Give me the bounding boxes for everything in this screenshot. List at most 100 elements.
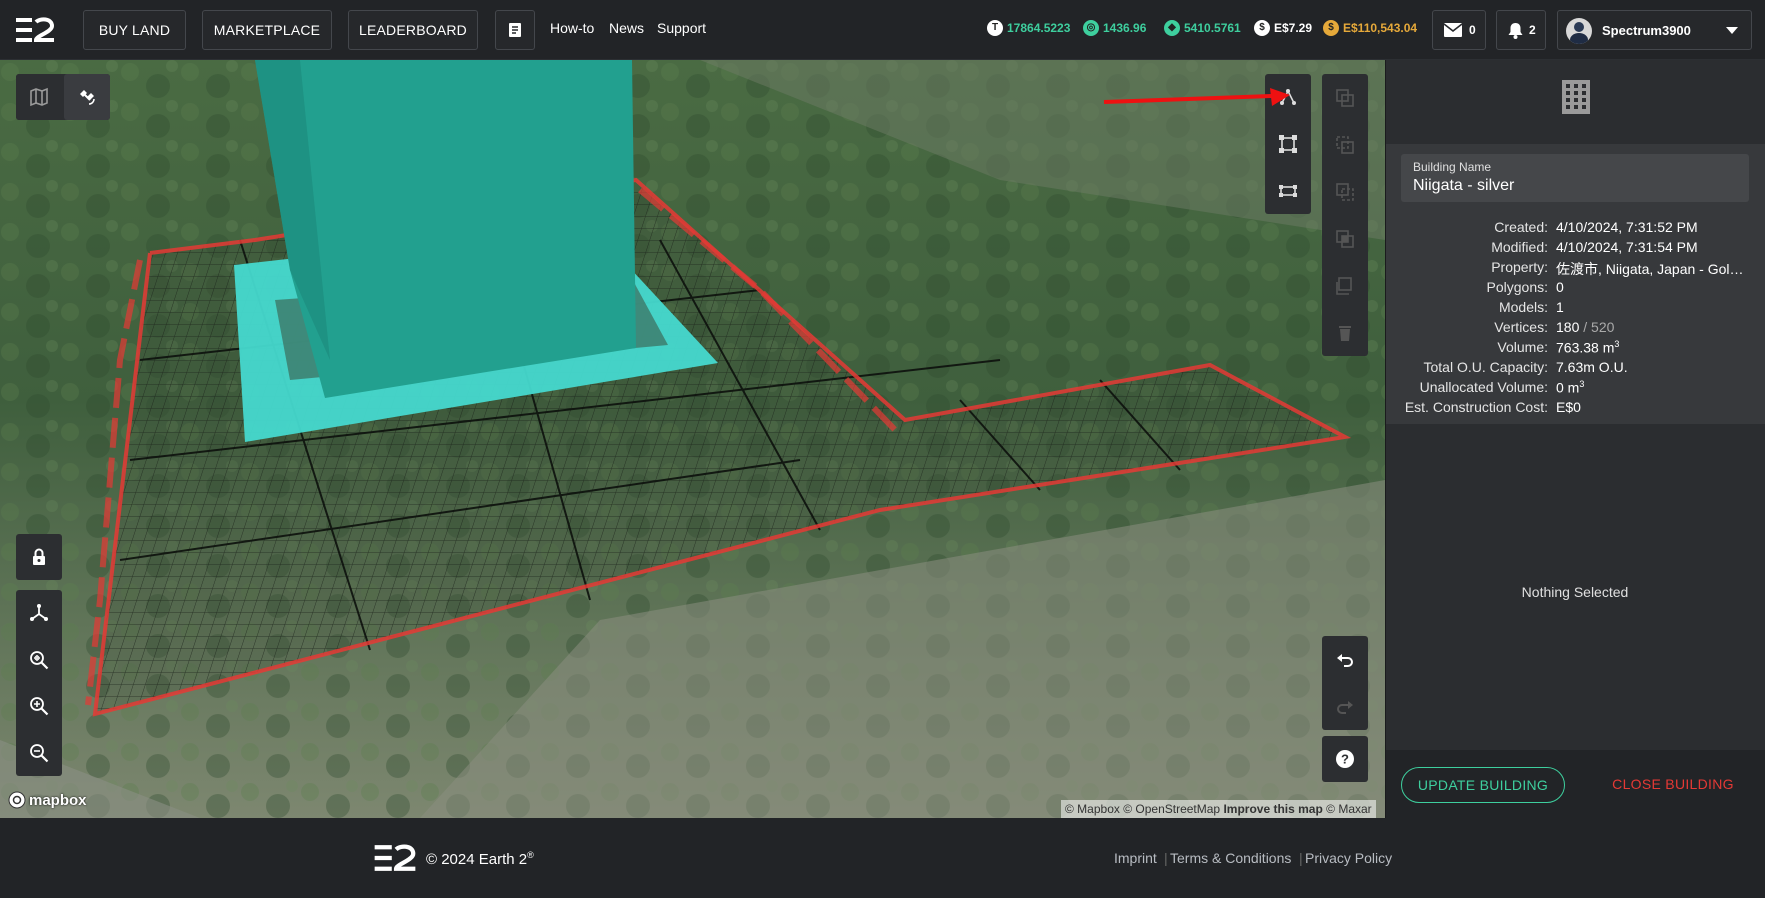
building-name-value: Niigata - silver	[1413, 177, 1515, 194]
buy-land-button[interactable]: BUY LAND	[83, 10, 186, 50]
unallocated-value: 0 m3	[1556, 379, 1584, 396]
trash-icon[interactable]	[1335, 323, 1355, 343]
avatar	[1566, 18, 1592, 44]
gold-balance-value: E$110,543.04	[1343, 21, 1418, 35]
vertices-max: / 520	[1583, 319, 1615, 335]
zoom-out-icon[interactable]	[29, 743, 49, 763]
user-menu[interactable]: Spectrum3900	[1557, 10, 1752, 50]
capacity-label: Total O.U. Capacity:	[1423, 359, 1549, 375]
unallocated-superscript: 3	[1579, 379, 1585, 389]
essence-icon: ◆	[1164, 20, 1180, 36]
footer-separator: |	[1299, 850, 1303, 866]
mapbox-logo[interactable]: mapbox	[8, 791, 87, 809]
map-attribution: © Mapbox © OpenStreetMap Improve this ma…	[1061, 800, 1376, 818]
edit-vertices-tool[interactable]	[1278, 134, 1298, 154]
polygons-label: Polygons:	[1486, 279, 1548, 295]
satellite-map[interactable]	[0, 60, 1385, 818]
map-viewport[interactable]: ? mapbox © Mapbox © OpenStreetMap Improv…	[0, 60, 1385, 818]
help-button[interactable]: ?	[1322, 736, 1368, 782]
dollar-icon: $	[1254, 20, 1270, 36]
bell-icon	[1508, 23, 1523, 39]
notifications-button[interactable]: 2	[1496, 10, 1546, 50]
update-building-button[interactable]: UPDATE BUILDING	[1401, 767, 1565, 803]
cash-balance-value: E$7.29	[1274, 21, 1313, 35]
improve-map-link[interactable]: Improve this map	[1223, 802, 1322, 816]
attribution-osm-link[interactable]: © OpenStreetMap	[1123, 802, 1220, 816]
earth2-logo[interactable]	[14, 16, 56, 44]
mapbox-logo-text: mapbox	[29, 791, 87, 809]
annotation-arrow	[1103, 88, 1290, 106]
created-label: Created:	[1494, 219, 1548, 235]
satellite-view-button[interactable]	[64, 74, 110, 120]
messages-count: 0	[1469, 23, 1476, 37]
top-navigation-bar: BUY LAND MARKETPLACE LEADERBOARD How-to …	[0, 0, 1765, 60]
messages-button[interactable]: 0	[1432, 10, 1486, 50]
document-button[interactable]	[495, 10, 535, 50]
duplicate-icon[interactable]	[1335, 276, 1355, 296]
gold-balance[interactable]: $ E$110,543.04	[1323, 20, 1417, 36]
cash-balance[interactable]: $ E$7.29	[1254, 20, 1312, 36]
volume-superscript: 3	[1614, 339, 1620, 349]
axes-icon[interactable]	[29, 603, 49, 623]
subtract-icon[interactable]	[1335, 182, 1355, 202]
help-icon: ?	[1336, 750, 1354, 768]
ether-balance-value: 1436.96	[1103, 21, 1147, 35]
polygons-value: 0	[1556, 279, 1564, 295]
imprint-link[interactable]: Imprint	[1114, 850, 1157, 866]
svg-text:?: ?	[1341, 752, 1349, 767]
gold-coin-icon: $	[1323, 20, 1339, 36]
privacy-link[interactable]: Privacy Policy	[1305, 850, 1392, 866]
created-value: 4/10/2024, 7:31:52 PM	[1556, 219, 1698, 235]
zoom-in-icon[interactable]	[29, 696, 49, 716]
intersect-icon[interactable]	[1335, 229, 1355, 249]
ether-balance[interactable]: ◎ 1436.96	[1083, 20, 1146, 36]
redo-icon[interactable]	[1335, 697, 1355, 717]
copy-icon[interactable]	[1335, 88, 1355, 108]
edit-tools-group	[1322, 74, 1368, 356]
copyright-label: © 2024 Earth 2	[426, 851, 528, 868]
howto-link[interactable]: How-to	[550, 20, 594, 36]
bounding-box-icon	[1279, 184, 1297, 197]
building-name-field[interactable]: Building Name Niigata - silver	[1401, 154, 1749, 202]
terms-link[interactable]: Terms & Conditions	[1170, 850, 1291, 866]
models-value: 1	[1556, 299, 1564, 315]
building-icon	[1562, 80, 1590, 114]
lock-icon	[33, 548, 45, 565]
zoom-extents-icon[interactable]	[29, 650, 49, 670]
mapbox-icon	[8, 791, 26, 809]
tile-balance[interactable]: T 17864.5223	[987, 20, 1070, 36]
bounding-box-tool[interactable]	[1278, 181, 1298, 201]
essence-balance[interactable]: ◆ 5410.5761	[1164, 20, 1241, 36]
property-value[interactable]: 佐渡市, Niigata, Japan - Gol…	[1556, 259, 1744, 279]
vertices-icon	[1279, 134, 1297, 153]
undo-icon[interactable]	[1335, 650, 1355, 670]
satellite-icon	[80, 90, 95, 105]
attribution-mapbox-link[interactable]: © Mapbox	[1065, 802, 1120, 816]
essence-balance-value: 5410.5761	[1184, 21, 1241, 35]
models-label: Models:	[1498, 299, 1548, 315]
nothing-selected-text: Nothing Selected	[1521, 584, 1629, 600]
ether-icon: ◎	[1083, 20, 1099, 36]
username: Spectrum3900	[1602, 23, 1691, 38]
union-icon[interactable]	[1335, 135, 1355, 155]
modified-label: Modified:	[1491, 239, 1548, 255]
leaderboard-button[interactable]: LEADERBOARD	[348, 10, 478, 50]
footer-separator: |	[1164, 850, 1168, 866]
history-controls	[1322, 636, 1368, 730]
footer-logo	[374, 844, 416, 871]
news-link[interactable]: News	[609, 20, 644, 36]
building-panel: Building Name Niigata - silver	[1385, 60, 1765, 818]
building-name-label: Building Name	[1413, 160, 1492, 174]
notifications-count: 2	[1529, 23, 1536, 37]
attribution-maxar-link[interactable]: © Maxar	[1326, 802, 1372, 816]
map-view-button[interactable]	[16, 74, 62, 120]
lock-button[interactable]	[16, 534, 62, 580]
support-link[interactable]: Support	[657, 20, 706, 36]
tile-icon: T	[987, 20, 1003, 36]
capacity-value: 7.63m O.U.	[1556, 359, 1628, 375]
volume-value: 763.38 m3	[1556, 339, 1619, 356]
close-building-button[interactable]: CLOSE BUILDING	[1598, 767, 1748, 803]
modified-value: 4/10/2024, 7:31:54 PM	[1556, 239, 1698, 255]
marketplace-button[interactable]: MARKETPLACE	[202, 10, 332, 50]
tile-balance-value: 17864.5223	[1007, 21, 1071, 35]
